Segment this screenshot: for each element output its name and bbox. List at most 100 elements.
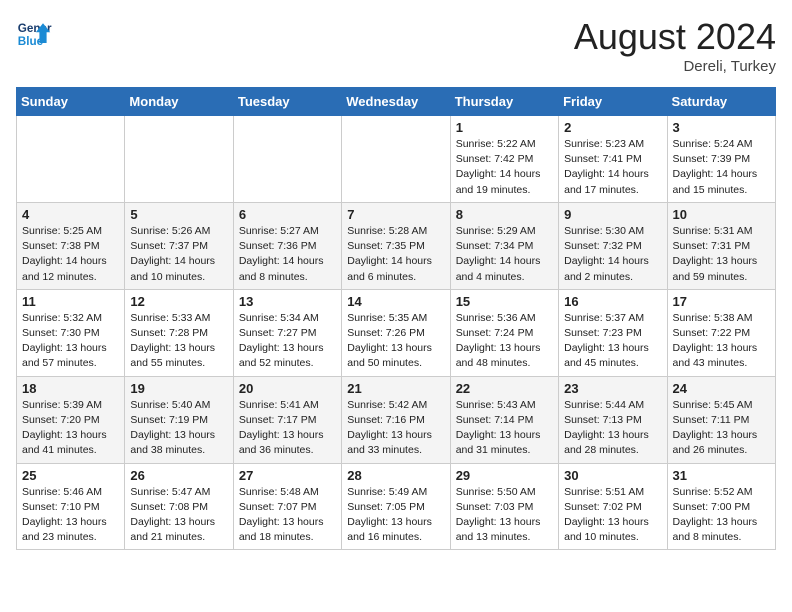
day-cell: 12Sunrise: 5:33 AM Sunset: 7:28 PM Dayli… [125, 289, 233, 376]
week-row-1: 1 Sunrise: 5:22 AM Sunset: 7:42 PM Daylig… [17, 116, 776, 203]
day-number: 25 [22, 468, 119, 483]
day-number: 19 [130, 381, 227, 396]
day-info: Sunrise: 5:24 AM Sunset: 7:39 PM Dayligh… [673, 137, 770, 198]
day-info: Sunrise: 5:34 AM Sunset: 7:27 PM Dayligh… [239, 311, 336, 372]
day-info: Sunrise: 5:29 AM Sunset: 7:34 PM Dayligh… [456, 224, 553, 285]
weekday-header-monday: Monday [125, 88, 233, 116]
day-cell: 29Sunrise: 5:50 AM Sunset: 7:03 PM Dayli… [450, 463, 558, 550]
day-cell: 9 Sunrise: 5:30 AM Sunset: 7:32 PM Daylig… [559, 202, 667, 289]
logo-icon: General Blue [16, 16, 52, 52]
day-info: Sunrise: 5:32 AM Sunset: 7:30 PM Dayligh… [22, 311, 119, 372]
day-info: Sunrise: 5:40 AM Sunset: 7:19 PM Dayligh… [130, 398, 227, 459]
day-cell: 11Sunrise: 5:32 AM Sunset: 7:30 PM Dayli… [17, 289, 125, 376]
day-info: Sunrise: 5:26 AM Sunset: 7:37 PM Dayligh… [130, 224, 227, 285]
day-number: 7 [347, 207, 444, 222]
day-number: 28 [347, 468, 444, 483]
day-info: Sunrise: 5:51 AM Sunset: 7:02 PM Dayligh… [564, 485, 661, 546]
calendar-table: SundayMondayTuesdayWednesdayThursdayFrid… [16, 87, 776, 550]
day-number: 5 [130, 207, 227, 222]
day-cell: 17Sunrise: 5:38 AM Sunset: 7:22 PM Dayli… [667, 289, 775, 376]
day-cell: 31 Sunrise: 5:52 AM Sunset: 7:00 PM Dayli… [667, 463, 775, 550]
weekday-header-friday: Friday [559, 88, 667, 116]
day-cell: 21Sunrise: 5:42 AM Sunset: 7:16 PM Dayli… [342, 376, 450, 463]
day-number: 14 [347, 294, 444, 309]
day-info: Sunrise: 5:28 AM Sunset: 7:35 PM Dayligh… [347, 224, 444, 285]
day-cell: 30 Sunrise: 5:51 AM Sunset: 7:02 PM Dayli… [559, 463, 667, 550]
day-number: 24 [673, 381, 770, 396]
month-year: August 2024 [574, 16, 776, 58]
day-number: 29 [456, 468, 553, 483]
day-cell: 4 Sunrise: 5:25 AM Sunset: 7:38 PM Daylig… [17, 202, 125, 289]
day-cell: 6 Sunrise: 5:27 AM Sunset: 7:36 PM Daylig… [233, 202, 341, 289]
day-info: Sunrise: 5:27 AM Sunset: 7:36 PM Dayligh… [239, 224, 336, 285]
day-number: 8 [456, 207, 553, 222]
day-cell: 15Sunrise: 5:36 AM Sunset: 7:24 PM Dayli… [450, 289, 558, 376]
day-info: Sunrise: 5:25 AM Sunset: 7:38 PM Dayligh… [22, 224, 119, 285]
weekday-header-wednesday: Wednesday [342, 88, 450, 116]
day-cell: 3 Sunrise: 5:24 AM Sunset: 7:39 PM Daylig… [667, 116, 775, 203]
day-number: 22 [456, 381, 553, 396]
week-row-4: 18Sunrise: 5:39 AM Sunset: 7:20 PM Dayli… [17, 376, 776, 463]
day-number: 15 [456, 294, 553, 309]
week-row-5: 25 Sunrise: 5:46 AM Sunset: 7:10 PM Dayli… [17, 463, 776, 550]
day-cell: 24 Sunrise: 5:45 AM Sunset: 7:11 PM Dayli… [667, 376, 775, 463]
day-info: Sunrise: 5:33 AM Sunset: 7:28 PM Dayligh… [130, 311, 227, 372]
day-number: 31 [673, 468, 770, 483]
weekday-header-tuesday: Tuesday [233, 88, 341, 116]
day-info: Sunrise: 5:49 AM Sunset: 7:05 PM Dayligh… [347, 485, 444, 546]
day-info: Sunrise: 5:43 AM Sunset: 7:14 PM Dayligh… [456, 398, 553, 459]
day-number: 1 [456, 120, 553, 135]
day-info: Sunrise: 5:41 AM Sunset: 7:17 PM Dayligh… [239, 398, 336, 459]
day-cell [342, 116, 450, 203]
day-cell: 22 Sunrise: 5:43 AM Sunset: 7:14 PM Dayli… [450, 376, 558, 463]
day-info: Sunrise: 5:35 AM Sunset: 7:26 PM Dayligh… [347, 311, 444, 372]
day-cell: 25 Sunrise: 5:46 AM Sunset: 7:10 PM Dayli… [17, 463, 125, 550]
location: Dereli, Turkey [574, 58, 776, 75]
day-info: Sunrise: 5:39 AM Sunset: 7:20 PM Dayligh… [22, 398, 119, 459]
logo: General Blue [16, 16, 52, 52]
week-row-2: 4 Sunrise: 5:25 AM Sunset: 7:38 PM Daylig… [17, 202, 776, 289]
day-number: 30 [564, 468, 661, 483]
day-cell: 5 Sunrise: 5:26 AM Sunset: 7:37 PM Daylig… [125, 202, 233, 289]
day-cell: 19 Sunrise: 5:40 AM Sunset: 7:19 PM Dayli… [125, 376, 233, 463]
day-number: 16 [564, 294, 661, 309]
day-info: Sunrise: 5:45 AM Sunset: 7:11 PM Dayligh… [673, 398, 770, 459]
day-cell: 23Sunrise: 5:44 AM Sunset: 7:13 PM Dayli… [559, 376, 667, 463]
day-info: Sunrise: 5:22 AM Sunset: 7:42 PM Dayligh… [456, 137, 553, 198]
day-number: 6 [239, 207, 336, 222]
day-cell: 28 Sunrise: 5:49 AM Sunset: 7:05 PM Dayli… [342, 463, 450, 550]
day-cell: 20 Sunrise: 5:41 AM Sunset: 7:17 PM Dayli… [233, 376, 341, 463]
day-info: Sunrise: 5:30 AM Sunset: 7:32 PM Dayligh… [564, 224, 661, 285]
day-number: 9 [564, 207, 661, 222]
day-cell: 13 Sunrise: 5:34 AM Sunset: 7:27 PM Dayli… [233, 289, 341, 376]
day-info: Sunrise: 5:42 AM Sunset: 7:16 PM Dayligh… [347, 398, 444, 459]
day-number: 26 [130, 468, 227, 483]
weekday-header-row: SundayMondayTuesdayWednesdayThursdayFrid… [17, 88, 776, 116]
day-number: 10 [673, 207, 770, 222]
day-cell: 27Sunrise: 5:48 AM Sunset: 7:07 PM Dayli… [233, 463, 341, 550]
day-info: Sunrise: 5:46 AM Sunset: 7:10 PM Dayligh… [22, 485, 119, 546]
day-info: Sunrise: 5:48 AM Sunset: 7:07 PM Dayligh… [239, 485, 336, 546]
day-info: Sunrise: 5:52 AM Sunset: 7:00 PM Dayligh… [673, 485, 770, 546]
day-number: 13 [239, 294, 336, 309]
day-cell: 8 Sunrise: 5:29 AM Sunset: 7:34 PM Daylig… [450, 202, 558, 289]
title-block: August 2024 Dereli, Turkey [574, 16, 776, 75]
weekday-header-saturday: Saturday [667, 88, 775, 116]
day-number: 17 [673, 294, 770, 309]
day-cell: 7 Sunrise: 5:28 AM Sunset: 7:35 PM Daylig… [342, 202, 450, 289]
day-number: 4 [22, 207, 119, 222]
day-cell: 16 Sunrise: 5:37 AM Sunset: 7:23 PM Dayli… [559, 289, 667, 376]
day-number: 3 [673, 120, 770, 135]
day-cell: 1 Sunrise: 5:22 AM Sunset: 7:42 PM Daylig… [450, 116, 558, 203]
day-cell [17, 116, 125, 203]
day-info: Sunrise: 5:37 AM Sunset: 7:23 PM Dayligh… [564, 311, 661, 372]
day-cell [233, 116, 341, 203]
day-cell: 2Sunrise: 5:23 AM Sunset: 7:41 PM Daylig… [559, 116, 667, 203]
day-number: 23 [564, 381, 661, 396]
weekday-header-thursday: Thursday [450, 88, 558, 116]
week-row-3: 11Sunrise: 5:32 AM Sunset: 7:30 PM Dayli… [17, 289, 776, 376]
day-cell: 14 Sunrise: 5:35 AM Sunset: 7:26 PM Dayli… [342, 289, 450, 376]
day-number: 20 [239, 381, 336, 396]
day-number: 2 [564, 120, 661, 135]
page-header: General Blue August 2024 Dereli, Turkey [16, 16, 776, 75]
